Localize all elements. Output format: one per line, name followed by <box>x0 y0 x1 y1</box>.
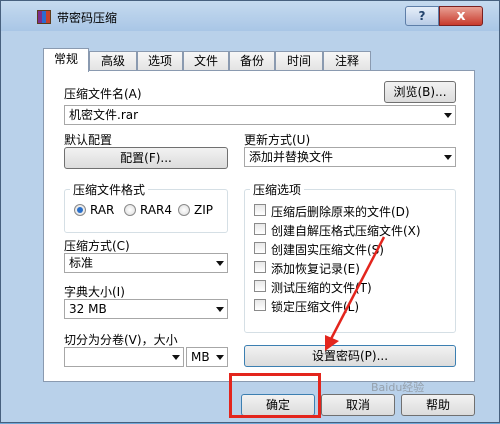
tab-general[interactable]: 常规 <box>43 48 89 72</box>
dialog-window: 带密码压缩 ? x 常规 高级 选项 文件 备份 时间 注释 压缩文件名(A) … <box>0 0 500 423</box>
watermark-text: Baidu经验 <box>371 381 425 394</box>
